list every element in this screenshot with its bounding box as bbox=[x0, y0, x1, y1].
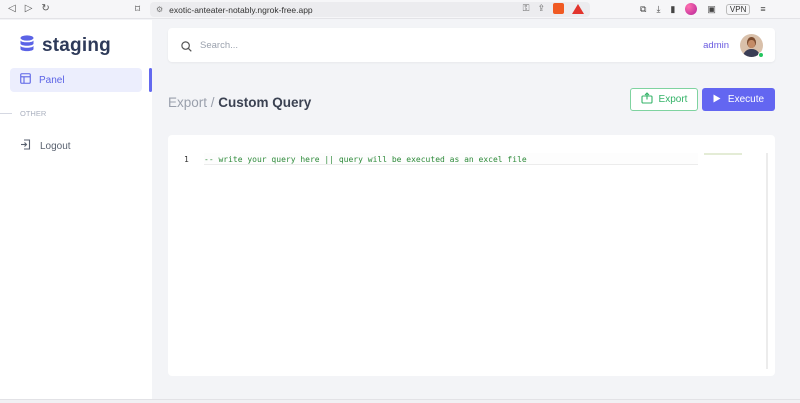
brand-name: staging bbox=[42, 35, 111, 56]
brave-rewards-icon[interactable] bbox=[572, 3, 584, 14]
sidebar-toggle-icon[interactable]: ▮ bbox=[670, 4, 675, 15]
export-label: Export bbox=[658, 94, 688, 105]
browser-nav: ◁ ▷ ↻ bbox=[0, 4, 140, 14]
reload-icon[interactable]: ↻ bbox=[41, 4, 49, 14]
vertical-scrollbar[interactable] bbox=[766, 153, 768, 369]
line-number: 1 bbox=[184, 155, 189, 164]
search-icon bbox=[181, 39, 192, 57]
sidebar-section-label: OTHER bbox=[0, 109, 152, 118]
divider bbox=[0, 113, 12, 114]
page-title: Export / Custom Query bbox=[168, 95, 311, 110]
section-label-text: OTHER bbox=[20, 109, 47, 118]
search-input[interactable] bbox=[200, 37, 500, 53]
bookmark-icon[interactable]: ⌑ bbox=[135, 4, 147, 15]
page-bottom-edge bbox=[0, 399, 800, 403]
online-status-dot bbox=[758, 52, 764, 58]
sidebar-item-label: Panel bbox=[39, 74, 65, 86]
site-settings-icon[interactable]: ⚙ bbox=[156, 5, 163, 14]
breadcrumb-current: Custom Query bbox=[218, 95, 312, 110]
user-name[interactable]: admin bbox=[703, 40, 729, 51]
brand[interactable]: staging bbox=[20, 35, 111, 57]
breadcrumb-parent[interactable]: Export / bbox=[168, 95, 215, 110]
sidebar-item-logout[interactable]: Logout bbox=[20, 137, 71, 155]
database-icon bbox=[20, 35, 34, 57]
browser-toolbar: ◁ ▷ ↻ ⌑ ⚙ exotic-anteater-notably.ngrok-… bbox=[0, 0, 800, 19]
query-editor-card: 1 -- write your query here || query will… bbox=[168, 135, 775, 376]
minimap-marker bbox=[704, 153, 742, 155]
export-icon bbox=[640, 92, 653, 107]
layout-icon bbox=[20, 71, 31, 89]
active-indicator bbox=[149, 68, 152, 92]
wallet-icon[interactable]: ▣ bbox=[707, 4, 716, 15]
download-icon[interactable]: ⤓ bbox=[656, 4, 660, 15]
key-icon[interactable]: ⚿ bbox=[523, 3, 530, 14]
extensions-icon[interactable]: ⧉ bbox=[640, 4, 646, 15]
menu-icon[interactable]: ≡ bbox=[760, 4, 765, 14]
brave-shield-icon[interactable] bbox=[553, 3, 564, 14]
top-header: admin bbox=[168, 28, 775, 62]
vpn-button[interactable]: VPN bbox=[725, 3, 751, 15]
execute-label: Execute bbox=[727, 94, 765, 105]
export-button[interactable]: Export bbox=[630, 88, 698, 111]
logout-icon bbox=[20, 137, 31, 155]
address-bar[interactable]: ⚙ exotic-anteater-notably.ngrok-free.app… bbox=[150, 2, 590, 17]
url-text: exotic-anteater-notably.ngrok-free.app bbox=[169, 4, 313, 15]
share-icon[interactable]: ⇪ bbox=[537, 3, 545, 14]
execute-button[interactable]: Execute bbox=[702, 88, 775, 111]
forward-icon[interactable]: ▷ bbox=[25, 4, 33, 14]
code-editor[interactable]: 1 -- write your query here || query will… bbox=[178, 153, 768, 369]
sidebar-item-panel[interactable]: Panel bbox=[10, 68, 142, 92]
profile-icon[interactable] bbox=[685, 3, 698, 15]
back-icon[interactable]: ◁ bbox=[8, 4, 16, 14]
play-icon bbox=[713, 94, 721, 106]
sidebar-item-label: Logout bbox=[40, 140, 71, 152]
code-comment[interactable]: -- write your query here || query will b… bbox=[204, 155, 527, 164]
sidebar: staging Panel OTHER Logout bbox=[0, 20, 152, 403]
